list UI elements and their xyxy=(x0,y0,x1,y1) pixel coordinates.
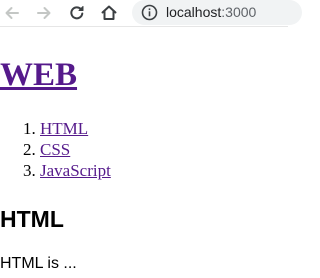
address-bar[interactable]: localhost:3000 xyxy=(132,0,302,25)
back-arrow-icon xyxy=(5,7,19,19)
home-link[interactable]: WEB xyxy=(0,57,77,93)
home-icon xyxy=(101,5,117,20)
back-button[interactable] xyxy=(0,1,24,25)
page-title: WEB xyxy=(0,56,77,94)
browser-toolbar: localhost:3000 xyxy=(0,0,302,27)
topic-link-javascript[interactable]: JavaScript xyxy=(40,161,111,180)
topic-link-css[interactable]: CSS xyxy=(40,140,70,159)
reload-icon xyxy=(70,6,84,20)
topic-link-html[interactable]: HTML xyxy=(40,119,88,138)
list-item: HTML xyxy=(40,118,111,139)
list-item: JavaScript xyxy=(40,160,111,181)
reload-button[interactable] xyxy=(65,1,89,25)
page-content: WEB HTML CSS JavaScript HTML HTML is ... xyxy=(0,27,288,278)
section-body: HTML is ... xyxy=(0,255,77,272)
url-text[interactable]: localhost:3000 xyxy=(166,4,256,21)
url-host: localhost xyxy=(166,4,222,20)
topic-list: HTML CSS JavaScript xyxy=(0,118,111,181)
url-port: :3000 xyxy=(221,4,257,20)
info-icon[interactable] xyxy=(141,4,158,21)
home-button[interactable] xyxy=(97,1,121,25)
forward-arrow-icon xyxy=(37,7,51,19)
section-heading: HTML xyxy=(0,206,64,232)
list-item: CSS xyxy=(40,139,111,160)
forward-button[interactable] xyxy=(32,1,56,25)
